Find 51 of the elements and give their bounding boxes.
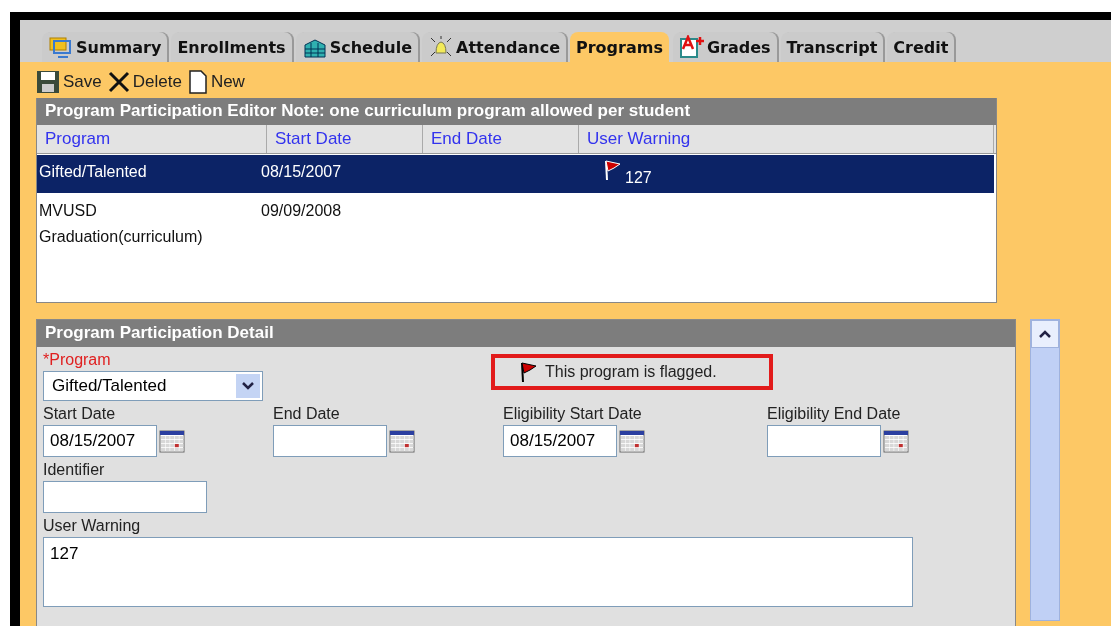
field-label: User Warning bbox=[43, 517, 142, 535]
chevron-icon bbox=[236, 374, 260, 398]
new-button[interactable]: New bbox=[187, 70, 245, 94]
table-row[interactable]: Gifted/Talented 08/15/2007 127 bbox=[37, 155, 994, 193]
table-cell-text: 09/09/2008 bbox=[261, 201, 343, 221]
tab[interactable]: Attendance bbox=[422, 32, 566, 62]
calendar-icon[interactable] bbox=[883, 429, 909, 453]
flag-text: This program is flagged. bbox=[545, 363, 717, 381]
tab[interactable]: Programs bbox=[570, 32, 669, 62]
date-field[interactable] bbox=[767, 425, 881, 457]
grade-icon bbox=[678, 35, 705, 59]
scrollbar[interactable] bbox=[1030, 319, 1060, 621]
date-field[interactable] bbox=[273, 425, 387, 457]
field-label: *Program bbox=[43, 351, 112, 369]
field-label: Eligibility Start Date bbox=[503, 405, 643, 423]
panel-title: Program Participation Detail bbox=[37, 320, 1015, 347]
tab[interactable]: Summary bbox=[42, 32, 168, 62]
table-cell-text: Gifted/Talented bbox=[39, 162, 148, 182]
calendar-icon[interactable] bbox=[619, 429, 645, 453]
tab[interactable]: Transcript bbox=[780, 32, 884, 62]
date-field[interactable]: 08/15/2007 bbox=[43, 425, 157, 457]
column-header[interactable]: End Date bbox=[423, 125, 579, 153]
close-icon bbox=[107, 71, 130, 93]
field-label: Identifier bbox=[43, 461, 106, 479]
delete-button[interactable]: Delete bbox=[107, 71, 182, 93]
tab[interactable]: Credit bbox=[887, 32, 955, 62]
program-dropdown[interactable]: Gifted/Talented bbox=[43, 371, 263, 401]
tab[interactable]: Schedule bbox=[295, 32, 419, 62]
column-header[interactable]: Program bbox=[37, 125, 267, 153]
column-header[interactable]: User Warning bbox=[579, 125, 994, 153]
monitor-icon bbox=[48, 35, 74, 59]
table-cell-text: 08/15/2007 bbox=[261, 162, 343, 182]
flag-icon bbox=[519, 361, 539, 383]
date-field[interactable]: 08/15/2007 bbox=[503, 425, 617, 457]
identifier-field[interactable] bbox=[43, 481, 207, 513]
field-label: Eligibility End Date bbox=[767, 405, 902, 423]
panel-title: Program Participation Editor Note: one curriculum program allowed per student bbox=[37, 98, 996, 125]
calendar-icon[interactable] bbox=[389, 429, 415, 453]
calendar-icon[interactable] bbox=[159, 429, 185, 453]
tab[interactable]: Enrollments bbox=[171, 32, 292, 62]
column-header[interactable]: Start Date bbox=[267, 125, 423, 153]
save-icon bbox=[36, 70, 60, 94]
field-label: End Date bbox=[273, 405, 341, 423]
save-button[interactable]: Save bbox=[36, 70, 102, 94]
table-cell: 127 bbox=[625, 169, 652, 187]
tab[interactable]: Grades bbox=[672, 32, 777, 62]
document-icon bbox=[187, 70, 208, 94]
table-cell-text: MVUSD Graduation(curriculum) bbox=[39, 201, 204, 247]
field-label: Start Date bbox=[43, 405, 117, 423]
user-warning-field[interactable]: 127 bbox=[43, 537, 913, 607]
scroll-up-icon[interactable] bbox=[1031, 320, 1059, 348]
